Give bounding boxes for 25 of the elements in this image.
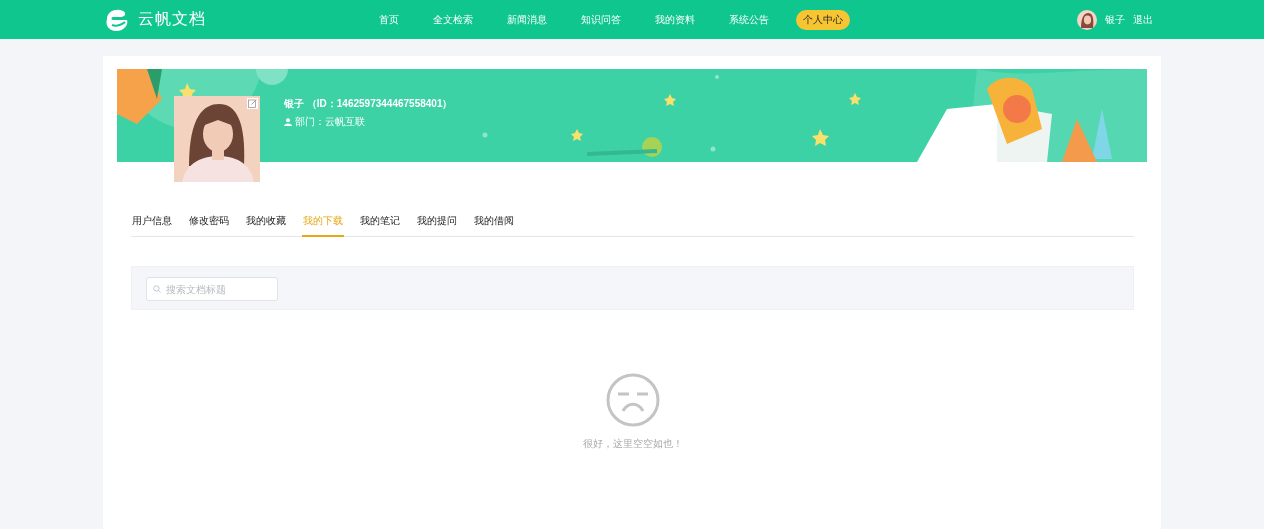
- search-field[interactable]: 搜索文档标题: [146, 277, 278, 301]
- tab[interactable]: 修改密码: [188, 214, 230, 237]
- tab[interactable]: 我的提问: [416, 214, 458, 237]
- avatar-icon[interactable]: [1077, 9, 1097, 30]
- nav-link[interactable]: 系统公告: [722, 9, 776, 30]
- nav-link[interactable]: 我的资料: [648, 9, 702, 30]
- user-name: 银子: [1105, 12, 1125, 27]
- logo-text: 云帆文档: [138, 9, 206, 29]
- tab[interactable]: 我的借阅: [473, 214, 515, 237]
- tab[interactable]: 用户信息: [131, 214, 173, 237]
- nav-link[interactable]: 全文检索: [426, 9, 480, 30]
- tab[interactable]: 我的笔记: [359, 214, 401, 237]
- nav-link[interactable]: 知识问答: [574, 9, 628, 30]
- nav-link[interactable]: 个人中心: [796, 9, 850, 30]
- logout-link[interactable]: 退出: [1133, 12, 1153, 27]
- tab[interactable]: 我的收藏: [245, 214, 287, 237]
- department-text: 部门：云帆互联: [295, 115, 365, 129]
- nav-link[interactable]: 首页: [372, 9, 406, 30]
- empty-message: 很好，这里空空如也！: [582, 437, 683, 451]
- user-icon: [284, 118, 292, 126]
- nav-link[interactable]: 新闻消息: [500, 9, 554, 30]
- sad-face-icon: [605, 373, 660, 427]
- tab[interactable]: 我的下载: [302, 214, 344, 237]
- user-name: 银子 （ID：1462597344467558401）: [284, 97, 453, 111]
- search-icon: [153, 285, 161, 293]
